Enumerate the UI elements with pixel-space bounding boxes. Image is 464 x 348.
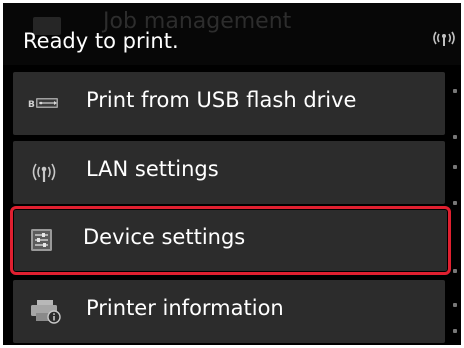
svg-text:B: B: [28, 100, 35, 110]
menu-item-lan-settings[interactable]: LAN settings: [13, 141, 445, 204]
scroll-indicator-dot: [453, 135, 457, 139]
menu-item-device-settings[interactable]: Device settings: [10, 206, 451, 275]
lan-wireless-icon: [27, 159, 61, 185]
menu-item-label: Print from USB flash drive: [86, 88, 357, 112]
wifi-signal-icon: [431, 29, 457, 51]
status-bar: Job management Ready to print.: [3, 3, 461, 65]
scroll-indicator-dot: [453, 165, 457, 169]
menu-item-label: LAN settings: [86, 157, 219, 181]
scroll-indicator-dot: [453, 269, 457, 273]
menu-item-label: Printer information: [86, 296, 284, 320]
device-settings-icon: [24, 227, 58, 253]
scroll-indicator-dot: [453, 89, 457, 93]
printer-touch-panel: Job management Ready to print. B Print f…: [3, 3, 461, 345]
scroll-indicator-dot: [453, 201, 457, 205]
usb-flash-drive-icon: B: [27, 90, 61, 116]
menu-item-print-from-usb[interactable]: B Print from USB flash drive: [13, 72, 445, 135]
menu-item-label: Device settings: [83, 225, 246, 249]
printer-info-icon: [27, 298, 61, 324]
status-text: Ready to print.: [23, 29, 179, 53]
scroll-indicator-dot: [453, 329, 457, 333]
menu-item-printer-information[interactable]: Printer information: [13, 280, 445, 343]
scroll-indicator-dot: [453, 303, 457, 307]
